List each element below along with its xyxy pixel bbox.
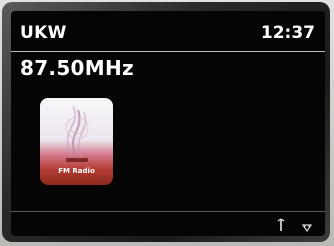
station-logo: FM Radio (40, 98, 113, 185)
display-screen: UKW 12:37 87.50MHz FM Radio (11, 11, 325, 236)
clock: 12:37 (260, 23, 315, 43)
antenna-icon (277, 218, 285, 231)
signal-icon (302, 224, 312, 232)
status-divider (11, 211, 325, 212)
frequency-display: 87.50MHz (20, 56, 134, 80)
header-divider (11, 51, 325, 52)
radio-device: UKW 12:37 87.50MHz FM Radio (0, 0, 334, 246)
mode-label: UKW (20, 23, 67, 43)
screen-bezel: UKW 12:37 87.50MHz FM Radio (2, 2, 330, 242)
logo-caption: FM Radio (58, 167, 95, 175)
